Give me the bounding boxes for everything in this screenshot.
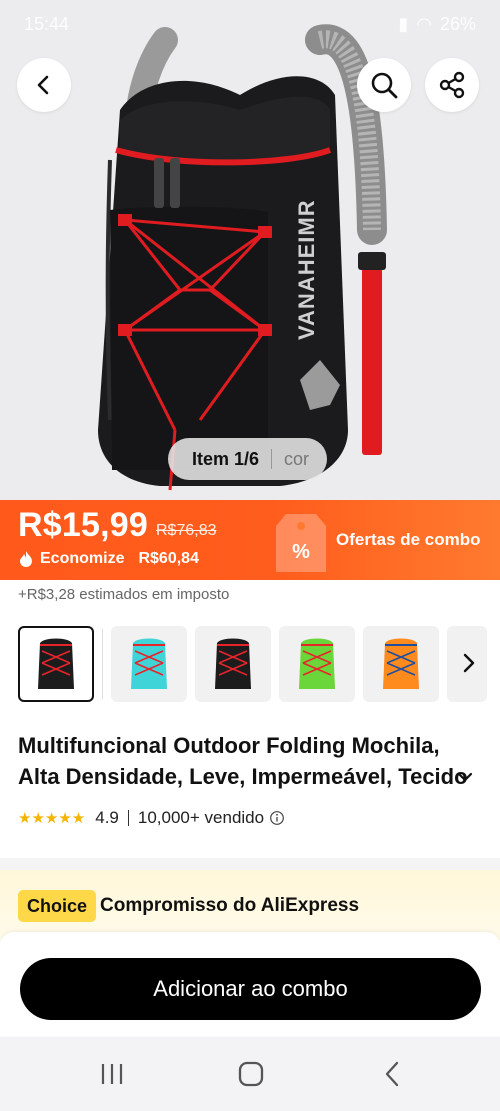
flame-tag-icon (20, 551, 32, 567)
back-button[interactable] (17, 58, 71, 112)
home-icon (238, 1061, 264, 1087)
status-icons: ▮ ◠ 26% (398, 14, 476, 35)
variant-thumb-2[interactable] (111, 626, 187, 702)
savings-amount: R$60,84 (138, 550, 199, 567)
add-to-combo-button[interactable]: Adicionar ao combo (20, 958, 481, 1020)
search-button[interactable] (357, 58, 411, 112)
system-back-button[interactable] (377, 1059, 407, 1089)
backpack-icon (299, 638, 335, 689)
status-time: 15:44 (24, 14, 70, 34)
status-bar: 15:44 ▮ ◠ 26% (0, 0, 500, 50)
backpack-icon (131, 638, 167, 689)
chevron-right-icon[interactable] (462, 652, 476, 674)
info-icon[interactable] (269, 810, 285, 826)
svg-text:%: % (292, 541, 310, 563)
search-icon (371, 72, 398, 99)
backpack-icon (215, 638, 251, 689)
product-title-line-2: Alta Densidade, Leve, Impermeável, Tecid… (18, 764, 468, 789)
gallery-counter-divider (271, 449, 273, 469)
rating-divider (127, 810, 129, 826)
recent-apps-button[interactable] (97, 1059, 127, 1089)
variant-thumb-4[interactable] (279, 626, 355, 702)
wifi-icon: ◠ (416, 14, 432, 34)
savings-label: Economize (40, 550, 125, 567)
section-divider (0, 858, 500, 870)
choice-commitment-text: Compromisso do AliExpress (100, 895, 360, 916)
tax-note: +R$3,28 estimados em imposto (18, 586, 230, 603)
share-button[interactable] (425, 58, 479, 112)
svg-text:VANAHEIMR: VANAHEIMR (294, 199, 319, 340)
system-nav-bar (0, 1037, 500, 1111)
choice-badge: Choice (18, 890, 97, 922)
star-rating-icon: ★★★★★ (18, 810, 86, 827)
product-title: Multifuncional Outdoor Folding Mochila, … (18, 730, 470, 792)
rating-value: 4.9 (95, 808, 119, 827)
backpack-icon (38, 638, 74, 689)
variant-thumb-3[interactable] (195, 626, 271, 702)
battery-level: 26% (439, 14, 476, 34)
gallery-counter-label: Item 1/6 (192, 448, 260, 469)
combo-offers-link[interactable]: Ofertas de combo (336, 530, 481, 550)
recent-apps-icon (101, 1064, 123, 1084)
sold-count: 10,000+ vendido (137, 808, 265, 827)
rating-row[interactable]: ★★★★★ 4.9 10,000+ vendido (18, 808, 285, 828)
current-price: R$15,99 (18, 506, 148, 544)
savings-row: Economize R$60,84 (18, 550, 199, 568)
backpack-icon (383, 638, 419, 689)
variant-thumb-1[interactable] (18, 626, 94, 702)
gallery-counter: Item 1/6 cor (168, 438, 328, 480)
choice-banner[interactable]: Choice Compromisso do AliExpress (0, 870, 500, 940)
product-photo: VANAHEIMR (98, 24, 387, 491)
back-arrow-icon (385, 1061, 399, 1087)
original-price: R$76,83 (156, 522, 217, 539)
gallery-counter-sub: cor (284, 448, 310, 469)
variant-thumbnails (18, 626, 500, 702)
price-banner: R$15,99 R$76,83 Economize R$60,84 % Ofer… (0, 500, 500, 580)
product-title-line-1: Multifuncional Outdoor Folding Mochila, (18, 733, 440, 758)
variant-thumb-5[interactable] (363, 626, 439, 702)
home-button[interactable] (236, 1059, 266, 1089)
chevron-left-icon (37, 75, 49, 95)
chevron-down-icon[interactable] (456, 768, 474, 786)
signal-icon: ▮ (398, 14, 409, 34)
discount-tag-icon: % (276, 514, 326, 572)
thumb-divider (102, 629, 103, 699)
share-icon (439, 71, 465, 99)
product-image-gallery[interactable]: VANAHEIMR 15:44 ▮ ◠ 26% Item 1/6 cor (0, 0, 500, 500)
